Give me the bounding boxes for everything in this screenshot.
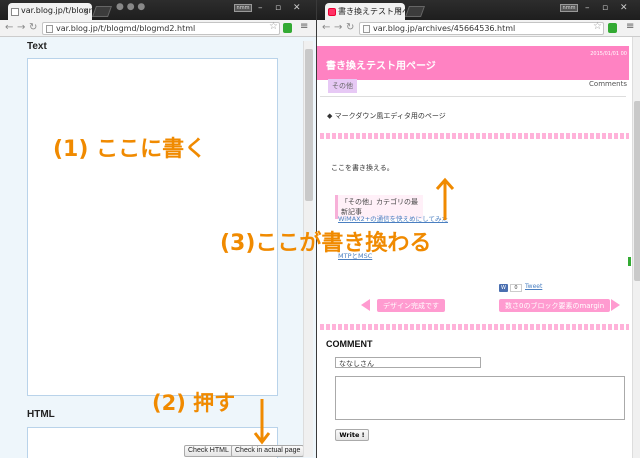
side-marker [628, 257, 631, 266]
category-tag[interactable]: その他 [328, 79, 357, 93]
right-url: var.blog.jp/archives/45664536.html [373, 24, 516, 33]
comment-name-input[interactable]: ななしさん [335, 357, 481, 368]
right-toolbar: ← → ↻ var.blog.jp/archives/45664536.html… [317, 20, 640, 37]
divider [320, 96, 626, 97]
wavy-divider [320, 133, 629, 139]
comments-link[interactable]: Comments [589, 80, 627, 88]
blog-header: 書き換えテスト用ページ 2015/01/01 00 [317, 46, 629, 80]
maximize-icon[interactable]: ▫ [275, 3, 281, 13]
window-close-icon[interactable]: ✕ [293, 3, 301, 13]
close-tab-icon[interactable]: × [82, 6, 89, 15]
profile-badge[interactable]: nmm [560, 4, 578, 12]
new-tab-button[interactable] [91, 6, 113, 17]
right-active-tab[interactable]: 書き換えテスト用ペ × [325, 3, 405, 20]
right-scrollbar-thumb[interactable] [634, 101, 640, 281]
minimize-icon[interactable]: – [585, 3, 590, 13]
html-label: HTML [27, 409, 55, 420]
right-scrollbar[interactable] [632, 37, 640, 458]
left-address-bar[interactable]: var.blog.jp/t/blogmd/blogmd2.html [42, 22, 280, 35]
annotation-step3: (3)ここが書き換わる [220, 231, 432, 256]
annotation-step2: (2) 押す [152, 391, 236, 415]
back-icon[interactable]: ← [322, 22, 330, 33]
new-tab-button[interactable] [404, 6, 426, 17]
extension-icon[interactable] [283, 23, 292, 33]
tweet-link[interactable]: Tweet [525, 283, 542, 290]
post-body-text: ここを書き換える。 [331, 164, 394, 172]
bookmark-star-icon[interactable]: ☆ [593, 21, 602, 32]
page-title: 書き換えテスト用ページ [326, 61, 436, 72]
recent-post-link[interactable]: WiMAX2+の通信を快えめにしてみた [338, 213, 448, 223]
left-active-tab[interactable]: var.blog.jp/t/blogm × [8, 3, 92, 20]
next-post-link[interactable]: 数さ0のブロック要素のmargin [499, 299, 611, 312]
check-in-actual-page-button[interactable]: Check in actual page [231, 445, 305, 457]
window-close-icon[interactable]: ✕ [620, 3, 628, 13]
right-address-bar[interactable]: var.blog.jp/archives/45664536.html [359, 22, 604, 35]
wavy-divider [320, 324, 629, 330]
minimize-icon[interactable]: – [258, 3, 263, 13]
comment-heading: COMMENT [326, 339, 373, 349]
bookmark-star-icon[interactable]: ☆ [269, 21, 278, 32]
annotation-step1: (1) ここに書く [53, 137, 207, 162]
blog-favicon-icon [328, 8, 336, 16]
reload-icon[interactable]: ↻ [29, 22, 37, 33]
forward-icon[interactable]: → [334, 22, 342, 33]
write-comment-button[interactable]: Write ! [335, 429, 369, 441]
back-icon[interactable]: ← [5, 22, 13, 33]
reload-icon[interactable]: ↻ [346, 22, 354, 33]
maximize-icon[interactable]: ▫ [602, 3, 608, 13]
left-url: var.blog.jp/t/blogmd/blogmd2.html [56, 24, 196, 33]
menu-icon[interactable]: ≡ [300, 21, 308, 32]
right-title-bar: 書き換えテスト用ペ × nmm – ▫ ✕ [317, 0, 640, 20]
down-arrow-icon [253, 399, 271, 445]
up-arrow-icon [435, 177, 455, 220]
close-tab-icon[interactable]: × [395, 6, 402, 15]
page-favicon-icon [11, 8, 19, 16]
left-toolbar: ← → ↻ var.blog.jp/t/blogmd/blogmd2.html … [0, 20, 316, 37]
like-button[interactable]: W [499, 284, 508, 292]
check-html-button[interactable]: Check HTML [184, 445, 233, 457]
like-count: 0 [510, 284, 522, 292]
post-date: 2015/01/01 00 [590, 51, 627, 57]
forward-icon[interactable]: → [17, 22, 25, 33]
entry-item: ◆ マークダウン風エディタ用のページ [327, 112, 446, 120]
text-label: Text [27, 41, 47, 52]
comment-textarea[interactable] [335, 376, 625, 420]
left-scrollbar-thumb[interactable] [305, 49, 313, 201]
background-tabs[interactable]: ● ● ● [116, 2, 145, 12]
page-icon [46, 25, 53, 33]
profile-badge[interactable]: nmm [234, 4, 252, 12]
next-arrow-icon[interactable] [611, 299, 620, 311]
extension-icon[interactable] [608, 23, 617, 33]
menu-icon[interactable]: ≡ [626, 21, 634, 32]
left-title-bar: var.blog.jp/t/blogm × ● ● ● nmm – ▫ ✕ [0, 0, 316, 20]
prev-post-link[interactable]: デザイン完成です [377, 299, 445, 312]
prev-arrow-icon[interactable] [361, 299, 370, 311]
page-icon [363, 25, 370, 33]
